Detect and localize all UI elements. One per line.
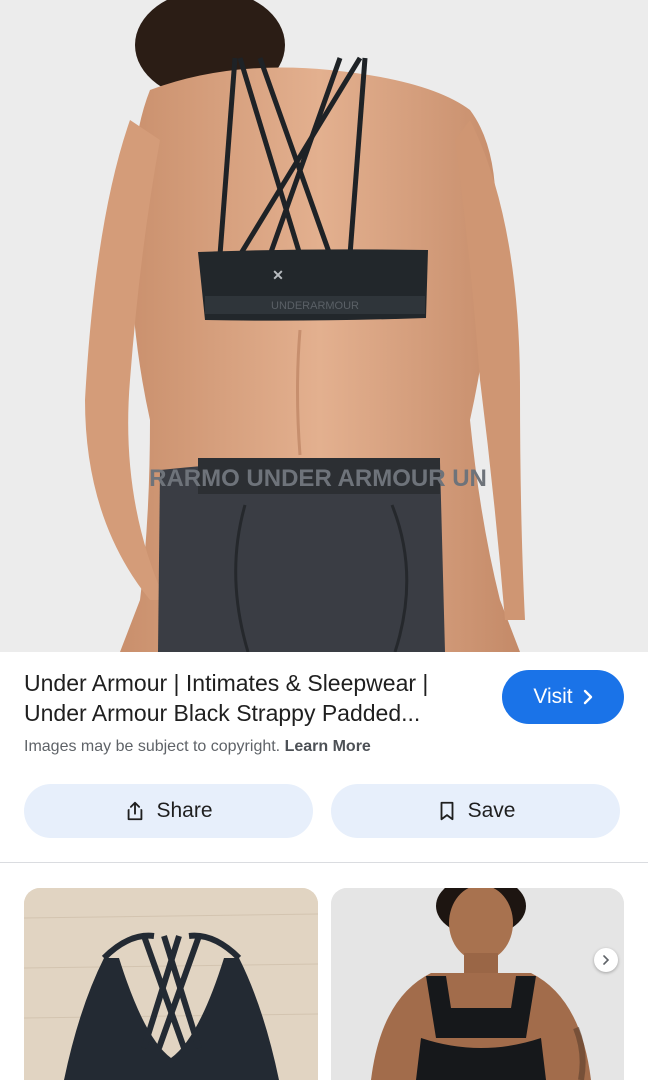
copyright-notice: Images may be subject to copyright. Lear… xyxy=(24,738,494,756)
save-button[interactable]: Save xyxy=(331,784,620,838)
bookmark-icon xyxy=(440,801,453,821)
chevron-right-icon xyxy=(603,955,610,965)
chevron-right-icon xyxy=(583,689,592,705)
learn-more-link[interactable]: Learn More xyxy=(285,738,371,755)
product-photo: UNDERARMOUR ✕ RARMO UNDER ARMOUR UN xyxy=(0,0,648,652)
result-title[interactable]: Under Armour | Intimates & Sleepwear | U… xyxy=(24,668,494,728)
bra-band-text: UNDERARMOUR xyxy=(271,300,359,312)
related-image-1[interactable] xyxy=(24,888,318,1080)
related-image-2[interactable] xyxy=(331,888,624,1080)
action-buttons: Share Save xyxy=(24,784,620,838)
divider xyxy=(0,862,648,863)
share-label: Share xyxy=(156,799,213,822)
visit-label: Visit xyxy=(533,685,573,708)
share-button[interactable]: Share xyxy=(24,784,313,838)
main-image[interactable]: UNDERARMOUR ✕ RARMO UNDER ARMOUR UN xyxy=(0,0,648,652)
save-label: Save xyxy=(467,799,516,822)
brand-logo-icon: ✕ xyxy=(272,267,284,283)
related-photo-2 xyxy=(331,888,624,1080)
share-icon xyxy=(128,801,143,821)
visit-button[interactable]: Visit xyxy=(502,670,624,724)
result-info: Under Armour | Intimates & Sleepwear | U… xyxy=(24,668,494,756)
copyright-text: Images may be subject to copyright. xyxy=(24,738,281,755)
waistband-text: RARMO UNDER ARMOUR UN xyxy=(149,465,487,492)
next-image-button[interactable] xyxy=(594,948,618,972)
related-photo-1 xyxy=(24,888,318,1080)
